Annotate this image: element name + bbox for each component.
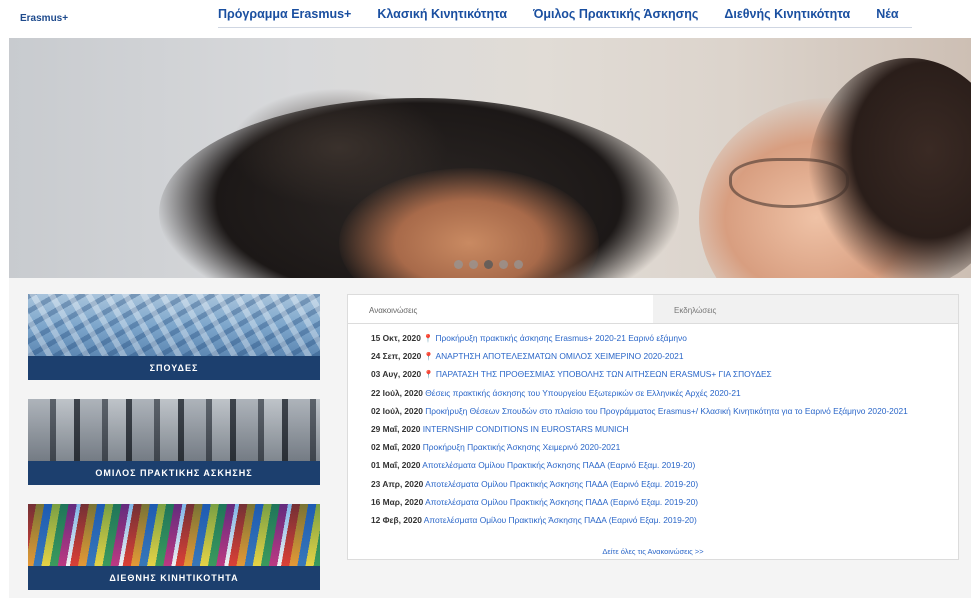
slider-dot-5[interactable] <box>514 260 523 269</box>
list-item[interactable]: 29 Μαΐ, 2020 INTERNSHIP CONDITIONS IN EU… <box>371 424 931 435</box>
announcement-date: 02 Μαΐ, 2020 <box>371 442 421 453</box>
list-item[interactable]: 23 Απρ, 2020 Αποτελέσματα Ομίλου Πρακτικ… <box>371 479 931 490</box>
brand-logo[interactable]: Erasmus+ <box>20 13 68 24</box>
announcement-link[interactable]: Αποτελέσματα Ομίλου Πρακτικής Άσκησης ΠΑ… <box>422 460 695 470</box>
list-item[interactable]: 12 Φεβ, 2020 Αποτελέσματα Ομίλου Πρακτικ… <box>371 515 931 526</box>
announcement-date: 01 Μαΐ, 2020 <box>371 460 421 471</box>
card-international-image <box>28 504 320 566</box>
see-all-announcements-link[interactable]: Δείτε όλες τις Ανακοινώσεις >> <box>348 547 958 556</box>
content-area: ΣΠΟΥΔΕΣ ΟΜΙΛΟΣ ΠΡΑΚΤΙΚΗΣ ΑΣΚΗΣΗΣ ΔΙΕΘΝΗΣ… <box>9 278 971 598</box>
announcement-date: 12 Φεβ, 2020 <box>371 514 422 525</box>
hero-slider[interactable] <box>9 38 971 278</box>
slider-dot-1[interactable] <box>454 260 463 269</box>
list-item[interactable]: 02 Ιούλ, 2020 Προκήρυξη Θέσεων Σπουδών σ… <box>371 406 931 417</box>
announcement-date: 29 Μαΐ, 2020 <box>371 423 421 434</box>
announcement-link[interactable]: ΑΝΑΡΤΗΣΗ ΑΠΟΤΕΛΕΣΜΑΤΩΝ ΟΜΙΛΟΣ ΧΕΙΜΕΡΙΝΟ … <box>436 351 684 361</box>
card-studies-label: ΣΠΟΥΔΕΣ <box>28 356 320 380</box>
slider-dot-4[interactable] <box>499 260 508 269</box>
announcement-link[interactable]: Προκήρυξη Πρακτικής Άσκησης Χειμερινό 20… <box>423 442 621 452</box>
nav-item-news[interactable]: Νέα <box>863 7 912 28</box>
announcement-link[interactable]: Προκήρυξη πρακτικής άσκησης Erasmus+ 202… <box>435 333 686 343</box>
nav-item-erasmus-program[interactable]: Πρόγραμμα Erasmus+ <box>218 7 365 28</box>
card-internship-group[interactable]: ΟΜΙΛΟΣ ΠΡΑΚΤΙΚΗΣ ΑΣΚΗΣΗΣ <box>28 399 320 485</box>
tab-announcements[interactable]: Ανακοινώσεις <box>348 295 653 323</box>
announcement-link[interactable]: Αποτελέσματα Ομίλου Πρακτικής Άσκησης ΠΑ… <box>425 497 698 507</box>
pin-icon: 📍 <box>423 334 434 343</box>
list-item[interactable]: 22 Ιούλ, 2020 Θέσεις πρακτικής άσκησης τ… <box>371 388 931 399</box>
announcements-list: 15 Οκτ, 2020 📍 Προκήρυξη πρακτικής άσκησ… <box>348 324 958 526</box>
nav-item-international-mobility[interactable]: Διεθνής Κινητικότητα <box>711 7 864 28</box>
list-item[interactable]: 15 Οκτ, 2020 📍 Προκήρυξη πρακτικής άσκησ… <box>371 333 931 344</box>
pin-icon: 📍 <box>423 370 434 380</box>
announcement-date: 15 Οκτ, 2020 <box>371 333 421 343</box>
slider-dot-2[interactable] <box>469 260 478 269</box>
announcement-link[interactable]: Θέσεις πρακτικής άσκησης του Υπουργείου … <box>425 388 740 398</box>
list-item[interactable]: 02 Μαΐ, 2020 Προκήρυξη Πρακτικής Άσκησης… <box>371 442 931 453</box>
tab-events[interactable]: Εκδηλώσεις <box>653 295 958 323</box>
nav-item-classic-mobility[interactable]: Κλασική Κινητικότητα <box>364 7 521 28</box>
card-international-label: ΔΙΕΘΝΗΣ ΚΙΝΗΤΙΚΟΤΗΤΑ <box>28 566 320 590</box>
card-internship-image <box>28 399 320 461</box>
announcement-date: 03 Αυγ, 2020 <box>371 369 422 380</box>
nav-item-internship-group[interactable]: Όμιλος Πρακτικής Άσκησης <box>520 7 712 28</box>
announcement-date: 23 Απρ, 2020 <box>371 478 424 489</box>
list-item[interactable]: 24 Σεπ, 2020 📍 ΑΝΑΡΤΗΣΗ ΑΠΟΤΕΛΕΣΜΑΤΩΝ ΟΜ… <box>371 351 931 362</box>
announcement-date: 22 Ιούλ, 2020 <box>371 387 423 398</box>
card-studies[interactable]: ΣΠΟΥΔΕΣ <box>28 294 320 380</box>
card-international-mobility[interactable]: ΔΙΕΘΝΗΣ ΚΙΝΗΤΙΚΟΤΗΤΑ <box>28 504 320 590</box>
slider-dot-3-active[interactable] <box>484 260 493 269</box>
announcement-date: 16 Μαρ, 2020 <box>371 496 424 507</box>
announcement-link[interactable]: Αποτελέσματα Ομίλου Πρακτικής Άσκησης ΠΑ… <box>425 479 698 489</box>
top-bar: Erasmus+ Πρόγραμμα Erasmus+ Κλασική Κινη… <box>0 0 971 38</box>
news-tabs: Ανακοινώσεις Εκδηλώσεις <box>348 295 958 324</box>
list-item[interactable]: 01 Μαΐ, 2020 Αποτελέσματα Ομίλου Πρακτικ… <box>371 460 931 471</box>
hero-photo-glasses <box>729 158 849 208</box>
announcement-date: 24 Σεπ, 2020 <box>371 351 422 362</box>
announcement-link[interactable]: ΠΑΡΑΤΑΣΗ ΤΗΣ ΠΡΟΘΕΣΜΙΑΣ ΥΠΟΒΟΛΗΣ ΤΩΝ ΑΙΤ… <box>436 369 772 379</box>
announcement-link[interactable]: Προκήρυξη Θέσεων Σπουδών στο πλαίσιο του… <box>425 406 908 416</box>
announcement-link[interactable]: Αποτελέσματα Ομίλου Πρακτικής Άσκησης ΠΑ… <box>424 515 697 525</box>
announcement-link[interactable]: INTERNSHIP CONDITIONS IN EUROSTARS MUNIC… <box>423 424 629 434</box>
news-panel: Ανακοινώσεις Εκδηλώσεις 15 Οκτ, 2020 📍 Π… <box>347 294 959 560</box>
list-item[interactable]: 03 Αυγ, 2020 📍 ΠΑΡΑΤΑΣΗ ΤΗΣ ΠΡΟΘΕΣΜΙΑΣ Υ… <box>371 369 931 380</box>
list-item[interactable]: 16 Μαρ, 2020 Αποτελέσματα Ομίλου Πρακτικ… <box>371 497 931 508</box>
card-internship-label: ΟΜΙΛΟΣ ΠΡΑΚΤΙΚΗΣ ΑΣΚΗΣΗΣ <box>28 461 320 485</box>
card-studies-image <box>28 294 320 356</box>
announcement-date: 02 Ιούλ, 2020 <box>371 405 423 416</box>
slider-dots <box>454 260 523 269</box>
pin-icon: 📍 <box>423 352 434 362</box>
main-nav: Πρόγραμμα Erasmus+ Κλασική Κινητικότητα … <box>218 7 912 28</box>
